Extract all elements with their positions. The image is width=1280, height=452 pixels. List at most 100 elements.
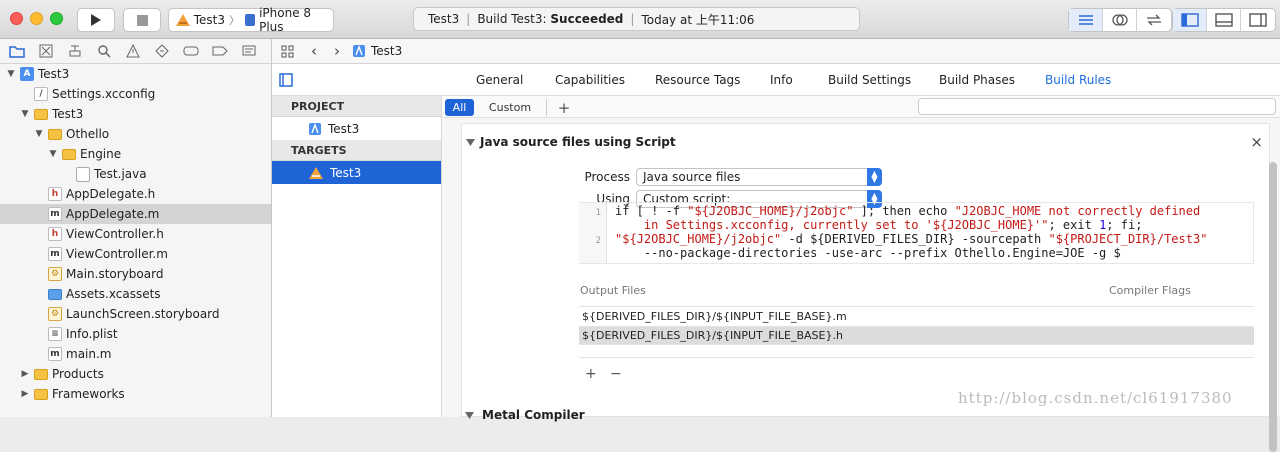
debug-gauge-icon: [183, 46, 198, 56]
related-items-button[interactable]: [272, 45, 302, 58]
delete-rule-button[interactable]: ×: [1250, 133, 1263, 151]
disclosure-right-icon[interactable]: ▶: [20, 389, 30, 399]
symbol-navigator-tab[interactable]: [65, 42, 84, 61]
standard-editor-button[interactable]: [1069, 9, 1103, 31]
process-popup[interactable]: Java source files ▲ ▼: [636, 168, 882, 186]
disclosure-down-icon[interactable]: ▼: [20, 109, 30, 119]
breakpoint-navigator-tab[interactable]: [210, 42, 229, 61]
tab-info[interactable]: Info: [770, 73, 793, 87]
disclosure-right-icon[interactable]: ▶: [20, 369, 30, 379]
folder-icon: [34, 389, 48, 400]
tab-capabilities[interactable]: Capabilities: [555, 73, 625, 87]
navigator-item[interactable]: ▼ A Test3: [0, 64, 271, 84]
tab-build-settings[interactable]: Build Settings: [828, 73, 911, 87]
code-line: in Settings.xcconfig, currently set to '…: [615, 218, 1143, 232]
vertical-scrollbar[interactable]: [1269, 162, 1277, 452]
show-hide-targets-button[interactable]: [279, 73, 293, 90]
right-panel-icon: [1249, 13, 1267, 27]
editor-mode-group: [1068, 8, 1172, 32]
tab-resource-tags[interactable]: Resource Tags: [655, 73, 740, 87]
filter-custom-button[interactable]: Custom: [480, 99, 540, 116]
zoom-window-button[interactable]: [50, 12, 63, 25]
close-window-button[interactable]: [10, 12, 23, 25]
navigator-item[interactable]: ⚙ Main.storyboard: [0, 264, 271, 284]
report-navigator-tab[interactable]: [239, 42, 258, 61]
target-item[interactable]: Test3: [272, 161, 441, 184]
navigator-item[interactable]: / Settings.xcconfig: [0, 84, 271, 104]
navigator-item-label: LaunchScreen.storyboard: [66, 307, 220, 321]
line-number: 2: [595, 236, 601, 246]
issue-navigator-tab[interactable]: [123, 42, 142, 61]
tab-build-phases[interactable]: Build Phases: [939, 73, 1015, 87]
toggle-navigator-button[interactable]: [1173, 9, 1207, 31]
navigator-item[interactable]: h AppDelegate.h: [0, 184, 271, 204]
chevron-right-icon: 〉: [229, 14, 241, 27]
navigator-item[interactable]: m main.m: [0, 344, 271, 364]
disclosure-down-icon[interactable]: ▼: [6, 69, 16, 79]
navigator-item[interactable]: ≡ Info.plist: [0, 324, 271, 344]
tab-general[interactable]: General: [476, 73, 523, 87]
folder-icon: [62, 149, 76, 160]
navigator-item[interactable]: ▼ Engine: [0, 144, 271, 164]
line-number-gutter: 1 2: [579, 203, 607, 263]
script-editor[interactable]: 1 2 if [ ! -f "${J2OBJC_HOME}/j2objc" ];…: [579, 202, 1254, 264]
objc-file-icon: m: [48, 347, 62, 361]
window-toolbar: Test3 〉 iPhone 8 Plus Test3 | Build Test…: [0, 0, 1280, 39]
navigator-item[interactable]: ▼ Test3: [0, 104, 271, 124]
remove-output-file-button[interactable]: −: [610, 366, 622, 382]
version-editor-button[interactable]: [1137, 9, 1171, 31]
bottom-panel-icon: [1214, 13, 1233, 27]
navigator-item-label: Test3: [38, 67, 70, 81]
add-rule-button[interactable]: +: [554, 99, 574, 117]
navigator-item-label: Info.plist: [66, 327, 118, 341]
project-item[interactable]: Test3: [272, 117, 441, 140]
panel-toggle-group: [1172, 8, 1276, 32]
file-tree: ▼ A Test3/Settings.xcconfig ▼ Test3 ▼ Othello ▼…: [0, 64, 271, 404]
report-icon: [242, 45, 255, 56]
run-button[interactable]: [77, 8, 115, 32]
disclosure-down-icon[interactable]: [465, 412, 474, 419]
output-file-row[interactable]: ${DERIVED_FILES_DIR}/${INPUT_FILE_BASE}.…: [579, 306, 1254, 325]
navigator-item-label: ViewController.h: [66, 227, 164, 241]
source-control-tab[interactable]: [36, 42, 55, 61]
navigator-item[interactable]: h ViewController.h: [0, 224, 271, 244]
debug-navigator-tab[interactable]: [181, 42, 200, 61]
activity-status-bar: Test3 | Build Test3: Succeeded | Today a…: [413, 7, 860, 31]
warning-icon: [125, 44, 140, 58]
filter-all-button[interactable]: All: [445, 99, 474, 116]
scheme-selector[interactable]: Test3 〉 iPhone 8 Plus: [168, 6, 334, 34]
navigator-item[interactable]: ▼ Othello: [0, 124, 271, 144]
project-navigator-tab[interactable]: [7, 42, 26, 61]
find-navigator-tab[interactable]: [94, 42, 113, 61]
chevron-left-icon: ‹: [311, 42, 317, 60]
test-navigator-tab[interactable]: [152, 42, 171, 61]
disclosure-down-icon[interactable]: ▼: [34, 129, 44, 139]
navigator-item[interactable]: ▶ Frameworks: [0, 384, 271, 404]
app-target-icon: [176, 14, 190, 26]
status-build-result: Succeeded: [550, 12, 624, 26]
minimize-window-button[interactable]: [30, 12, 43, 25]
breadcrumb-project[interactable]: Test3: [371, 44, 402, 58]
navigator-item[interactable]: Test.java: [0, 164, 271, 184]
project-icon: [309, 122, 321, 135]
compiler-flags-title: Compiler Flags: [1109, 284, 1191, 297]
navigator-item[interactable]: m ViewController.m: [0, 244, 271, 264]
navigator-item[interactable]: ⚙ LaunchScreen.storyboard: [0, 304, 271, 324]
tab-build-rules[interactable]: Build Rules: [1045, 73, 1111, 87]
divider: [546, 99, 547, 116]
forward-button[interactable]: ›: [326, 42, 348, 60]
add-output-file-button[interactable]: +: [585, 366, 597, 382]
navigator-item[interactable]: m AppDelegate.m: [0, 204, 271, 224]
filter-search-field[interactable]: [918, 98, 1276, 115]
navigator-item[interactable]: Assets.xcassets: [0, 284, 271, 304]
navigator-item[interactable]: ▶ Products: [0, 364, 271, 384]
disclosure-down-icon[interactable]: [466, 139, 475, 146]
device-name: iPhone 8 Plus: [259, 6, 312, 34]
assistant-editor-button[interactable]: [1103, 9, 1137, 31]
output-file-row[interactable]: ${DERIVED_FILES_DIR}/${INPUT_FILE_BASE}.…: [579, 326, 1254, 345]
toggle-inspector-button[interactable]: [1241, 9, 1275, 31]
stop-button[interactable]: [123, 8, 161, 32]
disclosure-down-icon[interactable]: ▼: [48, 149, 58, 159]
toggle-debug-button[interactable]: [1207, 9, 1241, 31]
back-button[interactable]: ‹: [302, 42, 326, 60]
